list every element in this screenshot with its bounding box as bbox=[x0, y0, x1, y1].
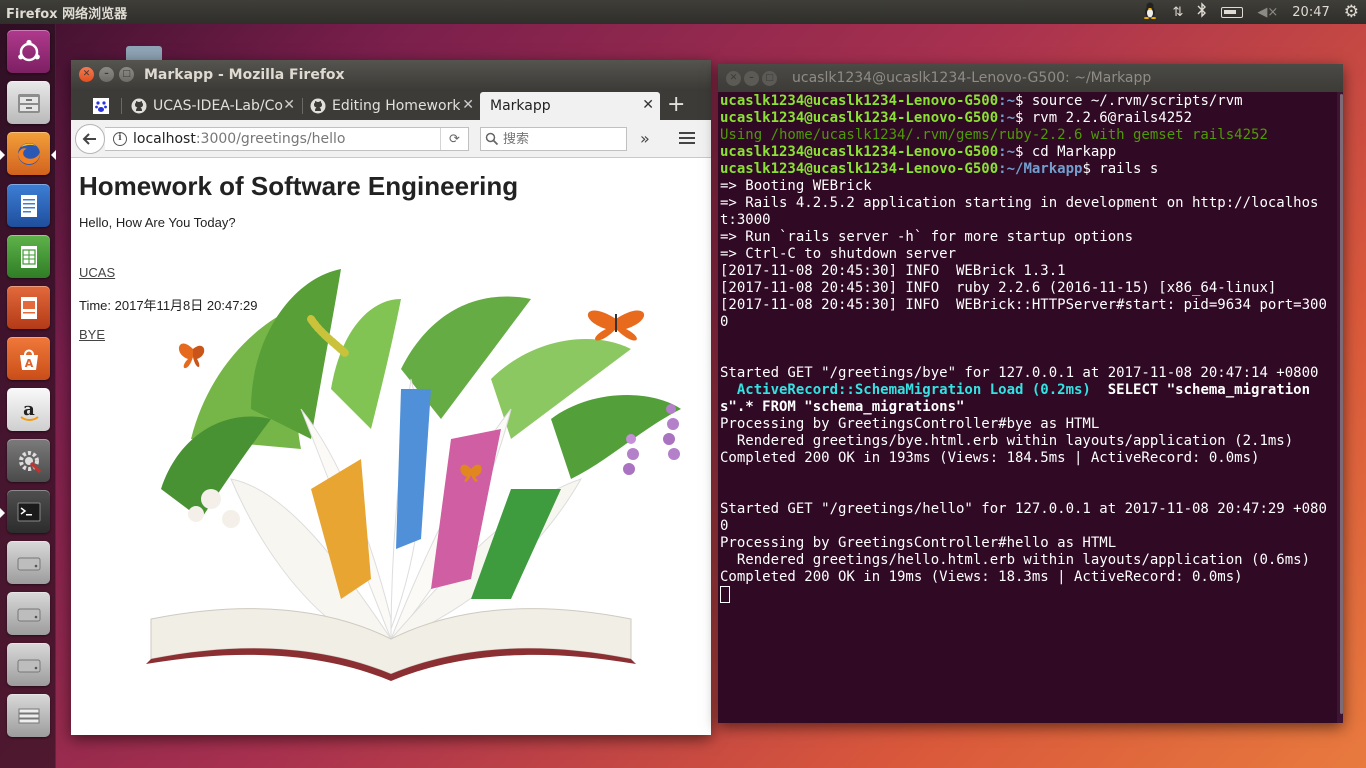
active-app-title: Firefox 网络浏览器 bbox=[6, 6, 128, 22]
battery-icon[interactable] bbox=[1221, 6, 1244, 18]
toolbar-overflow-button[interactable]: » bbox=[640, 129, 650, 148]
terminal-line: ucaslk1234@ucaslk1234-Lenovo-G500:~$ rvm… bbox=[720, 110, 1193, 126]
terminal-line: Using /home/ucaslk1234/.rvm/gems/ruby-2.… bbox=[720, 127, 1268, 143]
volume-muted-icon[interactable]: ◀× bbox=[1257, 5, 1278, 20]
close-icon[interactable]: ✕ bbox=[79, 67, 94, 82]
search-icon bbox=[485, 132, 499, 146]
writer-icon[interactable] bbox=[7, 184, 50, 227]
close-tab-icon[interactable]: ✕ bbox=[462, 97, 474, 113]
tab-separator bbox=[302, 98, 303, 114]
tab-bar: UCAS-IDEA-Lab/Co ✕ Editing Homework ✕ Ma… bbox=[71, 90, 711, 120]
calc-icon[interactable] bbox=[7, 235, 50, 278]
software-center-icon[interactable]: A bbox=[7, 337, 50, 380]
book-illustration bbox=[146, 269, 681, 681]
top-panel: Firefox 网络浏览器 ⇅ ◀× 20:47 ⚙ bbox=[0, 0, 1366, 24]
svg-text:a: a bbox=[23, 399, 35, 420]
trash-icon[interactable] bbox=[7, 694, 50, 737]
network-icon[interactable]: ⇅ bbox=[1172, 5, 1183, 20]
impress-icon[interactable] bbox=[7, 286, 50, 329]
close-tab-icon[interactable]: ✕ bbox=[642, 97, 654, 113]
tab-label: Markapp bbox=[490, 98, 551, 114]
search-input[interactable] bbox=[503, 131, 613, 147]
terminal-cursor bbox=[720, 586, 1335, 603]
tab-label: Editing Homework bbox=[332, 98, 460, 114]
terminal-scrollbar[interactable] bbox=[1337, 92, 1343, 723]
terminal-output[interactable]: ucaslk1234@ucaslk1234-Lenovo-G500:~$ sou… bbox=[720, 93, 1335, 603]
clock[interactable]: 20:47 bbox=[1292, 5, 1329, 20]
url-bar[interactable]: i localhost:3000/greetings/hello ⟳ bbox=[105, 127, 469, 151]
terminal-icon[interactable] bbox=[7, 490, 50, 533]
search-box[interactable] bbox=[480, 127, 627, 151]
ucas-link[interactable]: UCAS bbox=[79, 265, 115, 280]
reload-icon[interactable]: ⟳ bbox=[440, 128, 468, 150]
tab-editing-homework[interactable]: Editing Homework ✕ bbox=[304, 92, 480, 120]
firefox-titlebar[interactable]: ✕ – □ Markapp - Mozilla Firefox bbox=[71, 60, 711, 90]
greeting-text: Hello, How Are You Today? bbox=[79, 215, 236, 230]
terminal-log: => Booting WEBrick => Rails 4.2.5.2 appl… bbox=[720, 178, 1327, 381]
terminal-titlebar[interactable]: ✕ – □ ucaslk1234@ucaslk1234-Lenovo-G500:… bbox=[718, 64, 1343, 92]
back-button[interactable] bbox=[75, 124, 105, 154]
ubuntu-dash-icon[interactable] bbox=[7, 30, 50, 73]
github-icon bbox=[310, 98, 326, 114]
maximize-icon[interactable]: □ bbox=[119, 67, 134, 82]
back-arrow-icon bbox=[82, 133, 96, 145]
page-title: Homework of Software Engineering bbox=[79, 171, 519, 201]
tab-github-ucas[interactable]: UCAS-IDEA-Lab/Co ✕ bbox=[123, 92, 301, 120]
drive-icon[interactable] bbox=[7, 592, 50, 635]
window-title: ucaslk1234@ucaslk1234-Lenovo-G500: ~/Mar… bbox=[792, 70, 1152, 86]
system-tray: ⇅ ◀× 20:47 ⚙ bbox=[1135, 0, 1366, 24]
github-icon bbox=[131, 98, 147, 114]
firefox-window: ✕ – □ Markapp - Mozilla Firefox UCAS-IDE… bbox=[71, 60, 711, 735]
files-icon[interactable] bbox=[7, 81, 50, 124]
minimize-icon[interactable]: – bbox=[99, 67, 114, 82]
url-host: localhost bbox=[133, 131, 196, 147]
info-icon[interactable]: i bbox=[113, 132, 127, 146]
bye-link[interactable]: BYE bbox=[79, 327, 105, 342]
navigation-toolbar: i localhost:3000/greetings/hello ⟳ » bbox=[71, 120, 711, 158]
terminal-line: ucaslk1234@ucaslk1234-Lenovo-G500:~$ sou… bbox=[720, 93, 1243, 109]
drive-icon[interactable] bbox=[7, 643, 50, 686]
amazon-icon[interactable]: a bbox=[7, 388, 50, 431]
maximize-icon[interactable]: □ bbox=[762, 71, 777, 86]
page-content: Homework of Software Engineering Hello, … bbox=[71, 159, 711, 735]
close-tab-icon[interactable]: ✕ bbox=[283, 97, 295, 113]
tab-baidu[interactable] bbox=[73, 92, 121, 120]
hamburger-menu-icon[interactable] bbox=[677, 129, 697, 149]
tab-label: UCAS-IDEA-Lab/Co bbox=[153, 98, 283, 114]
launcher: A a bbox=[0, 24, 56, 768]
url-path: :3000/greetings/hello bbox=[195, 131, 346, 147]
bluetooth-icon[interactable] bbox=[1197, 2, 1207, 22]
svg-text:A: A bbox=[24, 357, 33, 370]
tab-markapp[interactable]: Markapp ✕ bbox=[480, 92, 660, 120]
terminal-line: ActiveRecord::SchemaMigration Load (0.2m… bbox=[720, 382, 1311, 415]
baidu-paw-icon bbox=[93, 98, 109, 114]
minimize-icon[interactable]: – bbox=[744, 71, 759, 86]
tab-separator bbox=[121, 98, 122, 114]
system-settings-icon[interactable] bbox=[7, 439, 50, 482]
time-text: Time: 2017年11月8日 20:47:29 bbox=[79, 298, 258, 313]
gear-icon[interactable]: ⚙ bbox=[1344, 2, 1359, 22]
tux-icon[interactable] bbox=[1142, 1, 1158, 23]
terminal-log: Processing by GreetingsController#bye as… bbox=[720, 416, 1327, 585]
terminal-line: ucaslk1234@ucaslk1234-Lenovo-G500:~$ cd … bbox=[720, 144, 1117, 160]
close-icon[interactable]: ✕ bbox=[726, 71, 741, 86]
terminal-line: ucaslk1234@ucaslk1234-Lenovo-G500:~/Mark… bbox=[720, 161, 1159, 177]
drive-icon[interactable] bbox=[7, 541, 50, 584]
firefox-icon[interactable] bbox=[7, 132, 50, 175]
window-title: Markapp - Mozilla Firefox bbox=[144, 67, 345, 83]
terminal-window: ✕ – □ ucaslk1234@ucaslk1234-Lenovo-G500:… bbox=[718, 64, 1343, 723]
new-tab-button[interactable]: + bbox=[667, 92, 685, 117]
